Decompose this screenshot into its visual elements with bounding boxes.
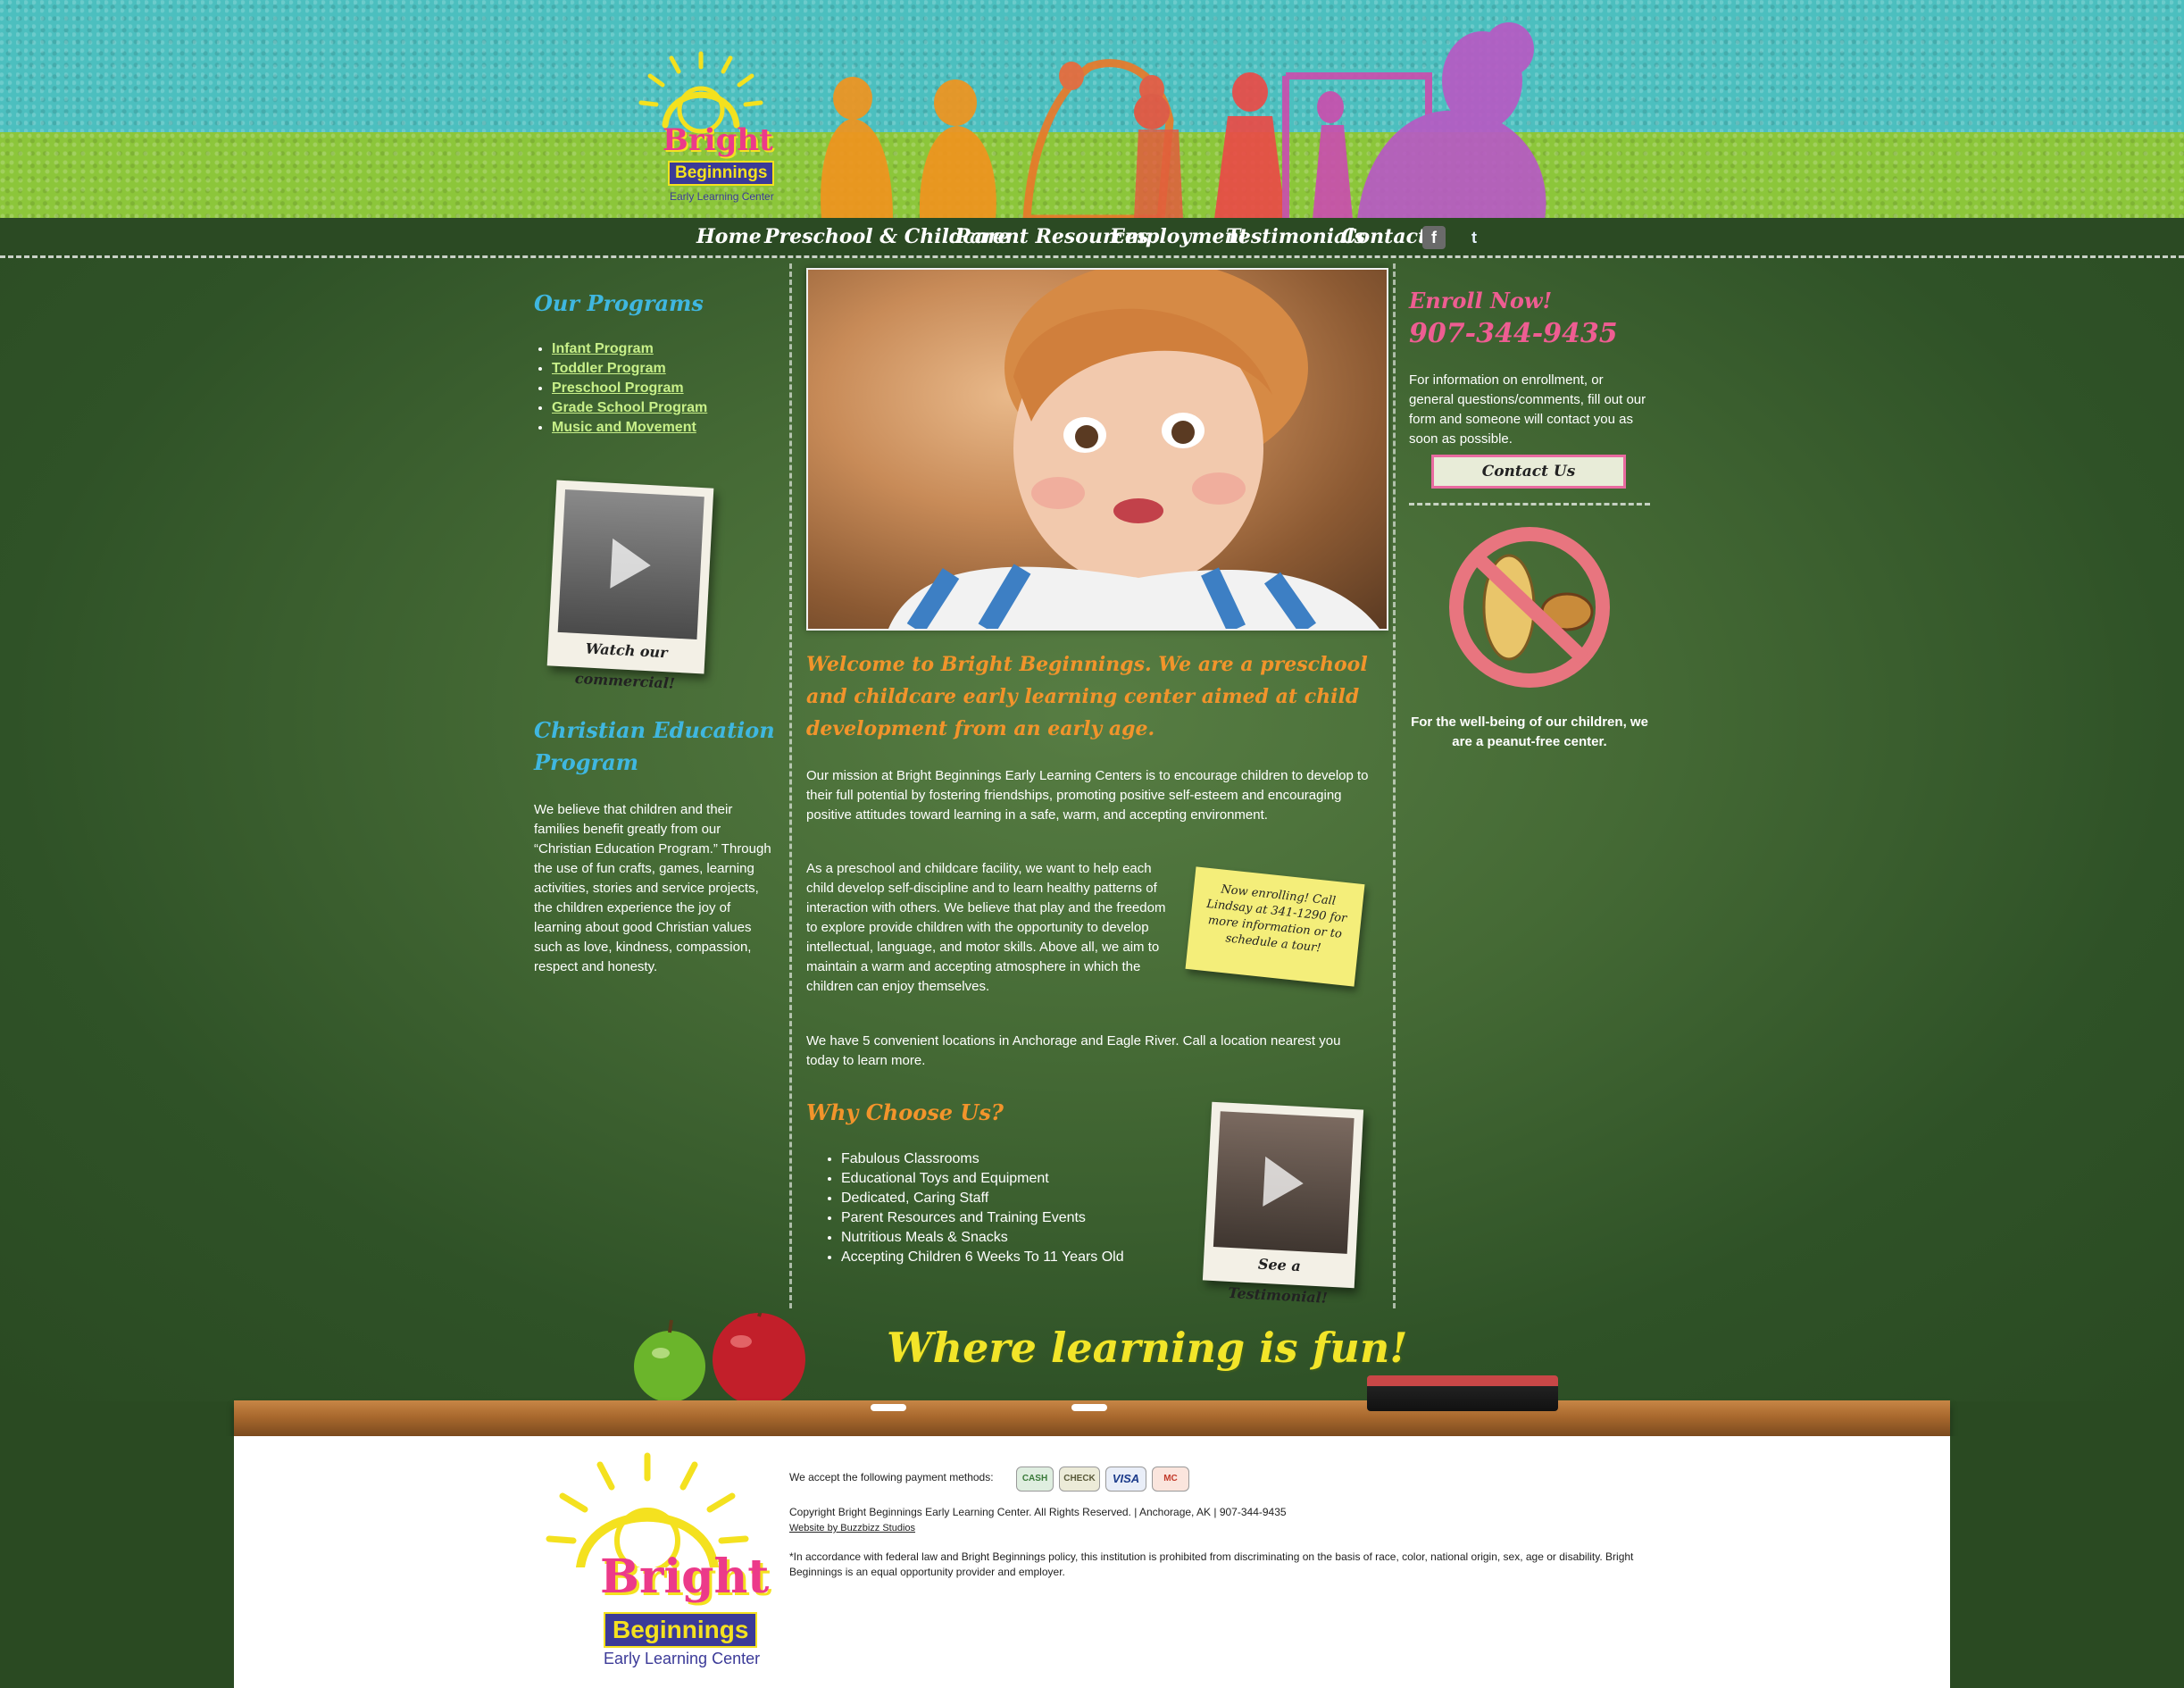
- christian-education-heading: Christian Education Program: [534, 714, 775, 779]
- footer-logo[interactable]: Bright Beginnings Early Learning Center: [518, 1451, 777, 1675]
- christian-heading-line-1: Christian Education: [534, 717, 775, 743]
- column-divider-left: [789, 263, 792, 1308]
- nav-contact[interactable]: Contact: [1341, 221, 1427, 252]
- footer-logo-beginnings: Beginnings: [604, 1612, 758, 1648]
- list-item: Toddler Program: [552, 359, 775, 379]
- locations-text: We have 5 convenient locations in Anchor…: [806, 1033, 1341, 1068]
- nondiscrimination-disclaimer: *In accordance with federal law and Brig…: [789, 1550, 1634, 1578]
- christian-education-text: We believe that children and their famil…: [534, 802, 771, 974]
- list-item: Nutritious Meals & Snacks: [841, 1228, 1196, 1248]
- footer-side-left: [0, 1436, 234, 1688]
- copyright-text: Copyright Bright Beginnings Early Learni…: [789, 1506, 1287, 1518]
- play-icon: [610, 538, 653, 591]
- header-logo-beginnings: Beginnings: [668, 161, 775, 186]
- list-item: Accepting Children 6 Weeks To 11 Years O…: [841, 1248, 1196, 1267]
- testimonial-caption: See a Testimonial!: [1227, 1255, 1329, 1307]
- mastercard-payment-icon: MC: [1152, 1467, 1189, 1492]
- header-logo-tagline: Early Learning Center: [670, 190, 774, 203]
- payment-methods-label: We accept the following payment methods:: [789, 1471, 994, 1483]
- link-preschool-program[interactable]: Preschool Program: [552, 380, 684, 396]
- column-divider-right: [1393, 263, 1396, 1308]
- testimonial-thumbnail-image: [1213, 1111, 1355, 1254]
- list-item: Fabulous Classrooms: [841, 1149, 1196, 1169]
- link-grade-school-program[interactable]: Grade School Program: [552, 400, 707, 415]
- chalk-piece-icon: [1071, 1404, 1107, 1411]
- play-icon: [1263, 1156, 1305, 1209]
- list-item: Dedicated, Caring Staff: [841, 1189, 1196, 1208]
- facility-text: As a preschool and childcare facility, w…: [806, 861, 1166, 994]
- programs-heading: Our Programs: [534, 290, 704, 316]
- list-item: Music and Movement: [552, 418, 775, 438]
- list-item: Educational Toys and Equipment: [841, 1169, 1196, 1189]
- list-item: Preschool Program: [552, 379, 775, 398]
- eraser-icon: [1367, 1375, 1558, 1411]
- peanut-free-text: For the well-being of our children, we a…: [1411, 714, 1648, 749]
- header-logo-bright: Bright: [663, 122, 773, 158]
- enroll-now-heading: Enroll Now!: [1409, 288, 1553, 313]
- link-infant-program[interactable]: Infant Program: [552, 341, 654, 356]
- testimonial-video-thumbnail[interactable]: See a Testimonial!: [1202, 1101, 1364, 1307]
- link-music-and-movement[interactable]: Music and Movement: [552, 420, 696, 435]
- nav-home[interactable]: Home: [696, 221, 762, 252]
- no-peanut-icon: [1449, 527, 1610, 688]
- footer-side-right: [1950, 1436, 2184, 1688]
- child-portrait-illustration: [888, 270, 1380, 629]
- enrollment-sticky-note: Now enrolling! Call Lindsay at 341-1290 …: [1185, 866, 1365, 987]
- slogan-text: Where learning is fun!: [887, 1324, 1408, 1372]
- enrollment-info-text: For information on enrollment, or genera…: [1409, 372, 1646, 447]
- why-choose-us-heading: Why Choose Us?: [806, 1099, 1004, 1125]
- twitter-icon[interactable]: t: [1463, 226, 1486, 249]
- list-item: Parent Resources and Training Events: [841, 1208, 1196, 1228]
- header-logo[interactable]: Bright Beginnings Early Learning Center: [625, 49, 777, 210]
- footer-logo-tagline: Early Learning Center: [604, 1650, 761, 1667]
- welcome-heading: Welcome to Bright Beginnings. We are a p…: [806, 653, 1368, 740]
- check-payment-icon: CHECK: [1059, 1467, 1100, 1492]
- cash-payment-icon: CASH: [1016, 1467, 1054, 1492]
- link-toddler-program[interactable]: Toddler Program: [552, 361, 666, 376]
- christian-heading-line-2: Program: [534, 749, 639, 775]
- apples-illustration: [634, 1313, 805, 1406]
- visa-payment-icon: VISA: [1105, 1467, 1146, 1492]
- hero-child-photo: [806, 268, 1388, 631]
- contact-us-button[interactable]: Contact Us: [1431, 455, 1626, 489]
- commercial-video-thumbnail[interactable]: Watch our commercial!: [546, 480, 714, 692]
- list-item: Grade School Program: [552, 398, 775, 418]
- facebook-icon[interactable]: f: [1422, 226, 1446, 249]
- right-column-divider: [1409, 503, 1650, 506]
- footer-logo-bright: Bright: [600, 1550, 770, 1604]
- website-credit-link[interactable]: Website by Buzzbizz Studios: [789, 1521, 915, 1536]
- mission-text: Our mission at Bright Beginnings Early L…: [806, 768, 1369, 823]
- chalk-piece-icon: [871, 1404, 906, 1411]
- commercial-thumbnail-image: [557, 489, 704, 639]
- list-item: Infant Program: [552, 339, 775, 359]
- programs-list: Infant Program Toddler Program Preschool…: [534, 339, 775, 438]
- enroll-phone-number[interactable]: 907-344-9435: [1409, 316, 1618, 352]
- why-choose-us-list: Fabulous Classrooms Educational Toys and…: [821, 1149, 1196, 1267]
- children-silhouettes-illustration: [821, 22, 1546, 219]
- commercial-caption: Watch our commercial!: [574, 639, 676, 692]
